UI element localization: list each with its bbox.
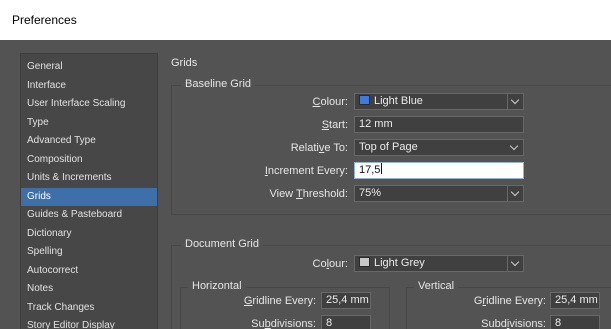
sidebar-item-grids[interactable]: Grids — [21, 187, 157, 206]
sidebar-item-notes[interactable]: Notes — [21, 280, 157, 299]
sidebar-item-guides-pasteboard[interactable]: Guides & Pasteboard — [21, 206, 157, 225]
view-threshold-combobox[interactable]: 75% — [354, 185, 524, 202]
chevron-down-icon — [510, 187, 520, 197]
category-list[interactable]: General Interface User Interface Scaling… — [20, 53, 158, 329]
panel-title: Grids — [171, 57, 198, 69]
sidebar-item-type[interactable]: Type — [21, 114, 157, 133]
view-threshold-label: View Threshold: — [269, 188, 348, 200]
horizontal-subdivisions-label: Subdivisions: — [251, 318, 316, 329]
baseline-start-label: Start: — [321, 119, 348, 131]
chevron-down-icon — [510, 95, 520, 105]
sidebar-item-spelling[interactable]: Spelling — [21, 243, 157, 262]
document-colour-label: Colour: — [312, 258, 348, 270]
horizontal-gridline-every-input[interactable]: 25,4 mm — [321, 292, 371, 309]
text-caret — [381, 163, 383, 174]
title-bar: Preferences — [0, 0, 611, 40]
sidebar-item-general[interactable]: General — [21, 58, 157, 77]
chevron-down-icon — [509, 141, 519, 151]
sidebar-item-autocorrect[interactable]: Autocorrect — [21, 262, 157, 281]
baseline-grid-label: Baseline Grid — [181, 78, 256, 90]
vertical-gridline-every-label: Gridline Every: — [473, 295, 546, 307]
horizontal-subdivisions-input[interactable]: 8 — [321, 315, 371, 329]
chevron-down-icon — [510, 257, 520, 267]
sidebar-item-track-changes[interactable]: Track Changes — [21, 299, 157, 318]
baseline-colour-swatch — [359, 95, 370, 105]
increment-every-label: Increment Every: — [264, 165, 348, 177]
document-colour-swatch — [359, 257, 370, 267]
vertical-subdivisions-input[interactable]: 8 — [550, 315, 600, 329]
relative-to-dropdown[interactable]: Top of Page — [354, 139, 524, 156]
vertical-label: Vertical — [414, 280, 459, 292]
sidebar-item-units-increments[interactable]: Units & Increments — [21, 169, 157, 188]
vertical-subdivisions-label: Subdivisions: — [481, 318, 546, 329]
horizontal-gridline-every-label: Gridline Every: — [243, 295, 316, 307]
vertical-gridline-every-input[interactable]: 25,4 mm — [550, 292, 600, 309]
sidebar-item-story-editor-display[interactable]: Story Editor Display — [21, 317, 157, 329]
sidebar-item-dictionary[interactable]: Dictionary — [21, 225, 157, 244]
horizontal-label: Horizontal — [188, 280, 246, 292]
baseline-colour-dropdown[interactable]: Light Blue — [354, 93, 524, 110]
document-colour-dropdown[interactable]: Light Grey — [354, 255, 524, 272]
increment-every-input[interactable]: 17,5 — [354, 162, 524, 179]
sidebar-item-advanced-type[interactable]: Advanced Type — [21, 132, 157, 151]
sidebar-item-user-interface-scaling[interactable]: User Interface Scaling — [21, 95, 157, 114]
sidebar-item-composition[interactable]: Composition — [21, 151, 157, 170]
document-grid-label: Document Grid — [181, 238, 263, 250]
sidebar-item-interface[interactable]: Interface — [21, 77, 157, 96]
baseline-colour-label: Colour: — [312, 96, 348, 108]
window-title: Preferences — [12, 13, 77, 27]
baseline-start-input[interactable]: 12 mm — [354, 116, 524, 133]
relative-to-label: Relative To: — [290, 142, 348, 154]
